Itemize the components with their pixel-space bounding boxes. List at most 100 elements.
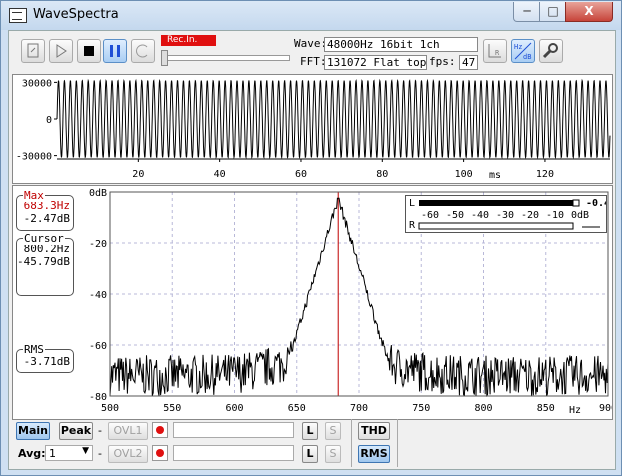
waveform-y-tick-label: 30000: [22, 78, 52, 89]
ovl1-record-icon[interactable]: [152, 422, 168, 438]
scale-settings-button[interactable]: R: [483, 39, 507, 63]
ovl2-filename-field[interactable]: [173, 445, 294, 461]
spectrum-y-tick-label: -20: [89, 239, 107, 250]
spectrum-x-tick-label: 500: [101, 403, 119, 414]
divider-2: [397, 419, 398, 467]
close-button[interactable]: X: [565, 2, 613, 22]
client-area: Rec.In. Wave: 48000Hz 16bit 1ch FFT: 131…: [8, 30, 616, 470]
waveform-x-tick-label: 80: [376, 169, 388, 180]
waveform-chart: 30000 0 -30000 20 40 60 80 100 120 ms: [16, 78, 611, 181]
spectrum-x-tick-label: 750: [412, 403, 430, 414]
spectrum-x-tick-label: 650: [288, 403, 306, 414]
fps-value: 47: [459, 55, 478, 70]
spectrum-x-tick-label: 600: [225, 403, 243, 414]
ovl1-button[interactable]: OVL1: [108, 422, 148, 440]
record-icon: [136, 44, 148, 58]
meter-scale-label: -10: [546, 210, 564, 221]
meter-scale-label: 0dB: [571, 210, 589, 221]
meter-scale-label: -30: [496, 210, 514, 221]
waveform-x-tick-label: 120: [536, 169, 554, 180]
record-button[interactable]: [131, 39, 155, 63]
maximize-button[interactable]: □: [539, 2, 567, 22]
open-file-button[interactable]: [21, 39, 45, 63]
dash-2: -: [98, 447, 102, 460]
waveform-y-tick-label: -30000: [16, 152, 52, 163]
app-window: WaveSpectra ─ □ X Rec.In. Wave: 48000Hz …: [0, 0, 622, 476]
thd-button[interactable]: THD: [358, 422, 390, 440]
avg-label: Avg:: [18, 447, 46, 460]
dash-1: -: [98, 424, 102, 437]
main-button[interactable]: Main: [16, 422, 50, 440]
frequency-settings-button[interactable]: Hz dB: [511, 39, 535, 63]
stop-button[interactable]: [77, 39, 101, 63]
waveform-x-tick-label: 40: [214, 169, 226, 180]
spectrum-x-unit: Hz: [569, 405, 581, 416]
ovl2-button[interactable]: OVL2: [108, 445, 148, 463]
divider: [351, 419, 352, 467]
open-file-icon: [27, 43, 39, 58]
avg-value: 1: [49, 447, 56, 460]
play-icon: [56, 44, 67, 58]
avg-select[interactable]: 1 ▼: [45, 445, 93, 461]
spectrum-x-tick-label: 800: [474, 403, 492, 414]
meter-scale-label: -20: [521, 210, 539, 221]
settings-button[interactable]: [539, 39, 563, 63]
svg-text:Hz: Hz: [514, 43, 522, 51]
waveform-x-unit: ms: [489, 170, 501, 181]
spectrum-x-tick-label: 900: [599, 403, 612, 414]
pause-button[interactable]: [103, 39, 127, 63]
toolbar: Rec.In. Wave: 48000Hz 16bit 1ch FFT: 131…: [9, 31, 615, 73]
spectrum-y-tick-label: -60: [89, 341, 107, 352]
meter-scale-label: -40: [471, 210, 489, 221]
ovl2-record-icon[interactable]: [152, 445, 168, 461]
minimize-button[interactable]: ─: [513, 2, 541, 22]
chevron-down-icon: ▼: [82, 446, 89, 456]
svg-text:R: R: [495, 49, 500, 57]
pause-icon: [110, 45, 120, 57]
ovl1-filename-field[interactable]: [173, 422, 294, 438]
ovl1-save-button[interactable]: S: [325, 422, 341, 440]
ovl2-load-button[interactable]: L: [302, 445, 318, 463]
window-title: WaveSpectra: [33, 7, 119, 22]
wrench-icon: [542, 43, 558, 59]
spectrum-x-tick-label: 850: [537, 403, 555, 414]
rms-button[interactable]: RMS: [358, 445, 390, 463]
svg-text:dB: dB: [523, 53, 531, 61]
meter-left-label: L: [409, 198, 415, 209]
level-meter-bars: L -0.4 -60 -50 -40 -30 -20 -10 0dB R: [409, 198, 610, 231]
spectrum-panel[interactable]: Max 683.3Hz -2.47dB Cursor 800.2Hz -45.7…: [12, 185, 613, 420]
input-level-thumb[interactable]: [161, 50, 168, 66]
spectrum-x-tick-label: 700: [350, 403, 368, 414]
level-meter: L -0.4 -60 -50 -40 -30 -20 -10 0dB R: [405, 195, 610, 233]
waveform-panel[interactable]: 30000 0 -30000 20 40 60 80 100 120 ms: [12, 74, 613, 184]
fft-label: FFT:: [300, 55, 327, 68]
ovl2-save-button[interactable]: S: [325, 445, 341, 463]
input-level-slider[interactable]: [161, 55, 290, 61]
fft-setting-value: 131072 Flat top: [324, 55, 427, 70]
spectrum-y-tick-label: -40: [89, 290, 107, 301]
ovl1-load-button[interactable]: L: [302, 422, 318, 440]
wave-format-value: 48000Hz 16bit 1ch: [324, 37, 478, 52]
spectrum-y-tick-label: -80: [89, 392, 107, 403]
spectrum-x-tick-label: 550: [163, 403, 181, 414]
peak-button[interactable]: Peak: [59, 422, 93, 440]
waveform-y-tick-label: 0: [46, 115, 52, 126]
waveform-trace: [56, 78, 611, 160]
stop-icon: [84, 46, 94, 56]
bottom-controls: Main Peak - OVL1 L S Avg: 1 ▼ - OVL2 L S…: [9, 419, 615, 469]
meter-scale-label: -60: [421, 210, 439, 221]
waveform-x-tick-label: 60: [295, 169, 307, 180]
meter-peak-value: -0.4: [586, 198, 606, 209]
hz-db-icon: HzdB: [514, 42, 531, 61]
meter-right-label: R: [409, 220, 416, 231]
waveform-x-tick-label: 20: [132, 169, 144, 180]
play-button[interactable]: [49, 39, 73, 63]
fps-label: fps:: [429, 55, 456, 68]
spectrum-y-tick-label: 0dB: [89, 188, 107, 199]
wave-label: Wave:: [294, 37, 328, 50]
app-icon: [9, 8, 27, 23]
rec-input-label: Rec.In.: [161, 35, 216, 46]
scale-icon: R: [488, 44, 501, 58]
title-bar[interactable]: WaveSpectra ─ □ X: [1, 1, 621, 30]
waveform-x-tick-label: 100: [455, 169, 473, 180]
